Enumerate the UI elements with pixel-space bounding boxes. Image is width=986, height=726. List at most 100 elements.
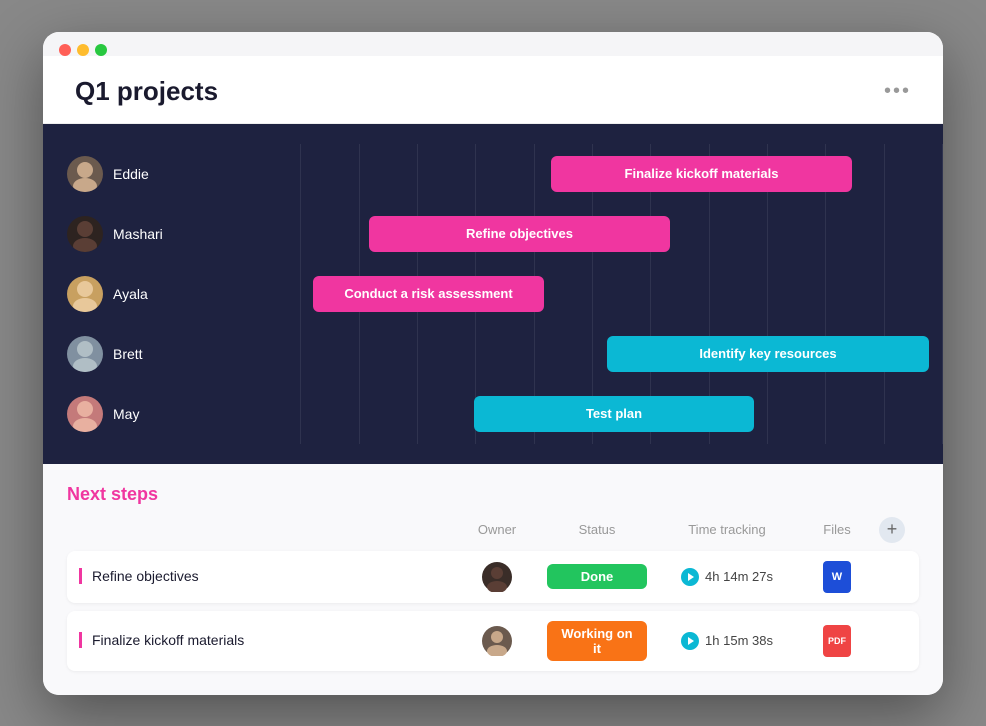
grid-col [360,144,418,204]
task-cell: Finalize kickoff materials [79,632,457,650]
grid-col [885,144,943,204]
status-badge: Working on it [547,621,647,661]
person-name-ayala: Ayala [113,286,148,302]
person-col-ayala: Ayala [43,276,243,312]
grid-col [535,324,593,384]
grid-col [476,324,534,384]
title-bar [43,32,943,56]
gantt-bars-eddie: Finalize kickoff materials [243,144,943,204]
app-window: Q1 projects ••• Eddie [43,32,943,695]
grid-col [651,264,709,324]
grid-col [710,264,768,324]
grid-col [243,264,301,324]
bar-risk-assessment[interactable]: Conduct a risk assessment [313,276,544,312]
owner-cell [457,626,537,656]
time-value: 1h 15m 38s [705,633,773,648]
grid-col [885,204,943,264]
grid-col [243,144,301,204]
owner-avatar [482,626,512,656]
avatar-mashari [67,216,103,252]
next-steps-title: Next steps [67,484,919,505]
bar-refine-objectives[interactable]: Refine objectives [369,216,670,252]
grid-col [885,384,943,444]
gantt-row-may: May Test plan [43,384,943,444]
col-header-status: Status [537,522,657,537]
col-header-files: Files [797,522,877,537]
play-icon[interactable] [681,568,699,586]
table-row: Refine objectives Done 4h 14m 27s W [67,551,919,603]
avatar-brett [67,336,103,372]
file-word-icon[interactable]: W [823,561,851,593]
grid-col [826,204,884,264]
add-column-button[interactable]: + [879,517,905,543]
gantt-row-mashari: Mashari Refine objectives [43,204,943,264]
avatar-may [67,396,103,432]
person-col-eddie: Eddie [43,156,243,192]
grid-col [301,324,359,384]
grid-col [301,144,359,204]
gantt-bars-brett: Identify key resources [243,324,943,384]
grid-col [301,384,359,444]
grid-col [418,144,476,204]
grid-col [768,264,826,324]
owner-cell [457,562,537,592]
task-name: Refine objectives [79,568,199,584]
grid-col [885,264,943,324]
person-name-mashari: Mashari [113,226,163,242]
page-title: Q1 projects [75,76,218,107]
grid-col [301,204,359,264]
gantt-row-ayala: Ayala Conduct a risk assessment [43,264,943,324]
grid-col [593,264,651,324]
grid-col [826,384,884,444]
time-tracking: 1h 15m 38s [657,632,797,650]
file-pdf-icon[interactable]: PDF [823,625,851,657]
person-col-may: May [43,396,243,432]
grid-col [243,384,301,444]
bar-finalize-kickoff[interactable]: Finalize kickoff materials [551,156,852,192]
col-header-time: Time tracking [657,522,797,537]
col-header-add: + [877,517,907,543]
grid-col [710,204,768,264]
bar-test-plan[interactable]: Test plan [474,396,754,432]
status-cell: Done [537,564,657,589]
avatar-ayala [67,276,103,312]
more-button[interactable]: ••• [884,80,911,103]
person-name-eddie: Eddie [113,166,149,182]
bottom-section: Next steps Owner Status Time tracking Fi… [43,464,943,695]
person-col-mashari: Mashari [43,216,243,252]
grid-col [826,264,884,324]
task-name: Finalize kickoff materials [79,632,244,648]
col-header-owner: Owner [457,522,537,537]
maximize-dot[interactable] [95,44,107,56]
minimize-dot[interactable] [77,44,89,56]
grid-col [768,204,826,264]
files-cell: W [797,561,877,593]
gantt-row-brett: Brett Identify key resources [43,324,943,384]
time-tracking: 4h 14m 27s [657,568,797,586]
gantt-bars-mashari: Refine objectives [243,204,943,264]
task-cell: Refine objectives [79,568,457,586]
time-cell: 4h 14m 27s [657,568,797,586]
grid-col [476,144,534,204]
header: Q1 projects ••• [43,56,943,124]
grid-col [360,324,418,384]
gantt-section: Eddie Finalize ki [43,124,943,464]
gantt-row-eddie: Eddie Finalize ki [43,144,943,204]
files-cell: PDF [797,625,877,657]
person-name-may: May [113,406,139,422]
table-row: Finalize kickoff materials Working on it… [67,611,919,671]
bar-identify-resources[interactable]: Identify key resources [607,336,929,372]
gantt-bars-may: Test plan [243,384,943,444]
grid-col [243,204,301,264]
status-cell: Working on it [537,621,657,661]
time-value: 4h 14m 27s [705,569,773,584]
grid-col [768,384,826,444]
grid-col [418,324,476,384]
grid-col [418,384,476,444]
grid-col [360,384,418,444]
owner-avatar [482,562,512,592]
play-icon[interactable] [681,632,699,650]
close-dot[interactable] [59,44,71,56]
person-col-brett: Brett [43,336,243,372]
time-cell: 1h 15m 38s [657,632,797,650]
